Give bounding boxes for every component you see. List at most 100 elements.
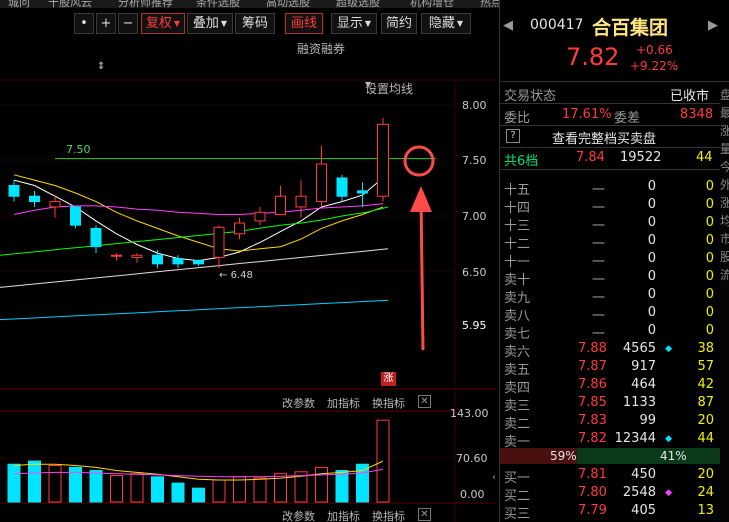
level-label: 十五: [504, 183, 531, 198]
ratio-left: 59%: [550, 449, 577, 463]
switch-indicator-button-2[interactable]: 换指标: [372, 508, 405, 522]
ma-line-ma120: [0, 299, 389, 321]
back-icon[interactable]: ◀: [503, 18, 513, 33]
ask-row[interactable]: 卖二 7.83 99 20: [500, 413, 720, 432]
close-icon[interactable]: ✕: [418, 508, 431, 521]
side-label: 今: [720, 160, 729, 174]
candle-body: [275, 195, 286, 215]
forward-icon[interactable]: ▶: [708, 18, 718, 33]
level-count: 0: [705, 251, 714, 266]
ask-row[interactable]: 卖六 7.88 4565 38 ◆: [500, 341, 720, 360]
level-volume: 0: [647, 215, 656, 230]
divider: [500, 103, 729, 104]
level-price: 7.85: [578, 395, 607, 410]
candle-body: [8, 184, 20, 197]
annotations: [403, 145, 435, 351]
bid-row[interactable]: 买二 7.80 2548 24 ◆: [500, 485, 720, 504]
change-param-button-2[interactable]: 改参数: [282, 508, 315, 522]
candle-body: [213, 226, 225, 258]
level-price: 一: [592, 219, 606, 234]
level-count: 20: [697, 467, 714, 482]
diamond-icon: ◆: [665, 434, 672, 444]
level-volume: 99: [639, 413, 656, 428]
level-price: 一: [592, 309, 606, 324]
ask-row[interactable]: 卖三 7.85 1133 87: [500, 395, 720, 414]
diamond-icon: ◆: [665, 344, 672, 354]
ask-row[interactable]: 卖五 7.87 917 57: [500, 359, 720, 378]
close-icon[interactable]: ✕: [418, 395, 431, 408]
volume-bar: [7, 463, 21, 503]
add-indicator-button-2[interactable]: 加指标: [327, 508, 360, 522]
annotation-arrow: [419, 197, 425, 351]
side-label: 流: [720, 268, 729, 282]
stock-name: 合百集团: [592, 17, 669, 39]
volume-bar: [151, 476, 164, 503]
level-price: 7.79: [578, 503, 607, 518]
switch-indicator-button[interactable]: 换指标: [372, 395, 405, 411]
candle-body: [295, 195, 307, 208]
level-count: 87: [697, 395, 714, 410]
volume-bar: [253, 477, 267, 503]
candle-body: [70, 206, 81, 226]
side-label: 股: [720, 250, 729, 264]
divider: [500, 81, 729, 82]
ask-row[interactable]: 十三 一 0 0: [500, 215, 720, 234]
ask-row[interactable]: 十二 一 0 0: [500, 233, 720, 252]
ask-row[interactable]: 十一 一 0 0: [500, 251, 720, 270]
candle-body: [131, 254, 143, 258]
full-book-link[interactable]: 查看完整档买卖盘: [552, 128, 656, 147]
ratio-right: 41%: [660, 449, 687, 463]
level-price: 一: [592, 327, 606, 342]
level-price: 一: [592, 237, 606, 252]
price-tick-1: 7.50: [462, 154, 487, 167]
ask-row[interactable]: 卖七 一 0 0: [500, 323, 720, 342]
volume-bar: [89, 470, 103, 503]
low-marker-value: 6.48: [230, 270, 253, 281]
candle-body: [152, 254, 163, 265]
current-price: 7.82: [566, 43, 620, 71]
divider: [500, 147, 729, 148]
add-indicator-button[interactable]: 加指标: [327, 395, 360, 411]
level-count: 0: [705, 269, 714, 284]
ask-row[interactable]: 十四 一 0 0: [500, 197, 720, 216]
ask-row[interactable]: 十五 一 0 0: [500, 179, 720, 198]
side-scroll-column[interactable]: 盘最涨量今外涨均市股流: [720, 82, 729, 522]
kline-chart[interactable]: ⇕: [0, 0, 497, 522]
diamond-icon: ◆: [665, 488, 672, 498]
level-label: 卖四: [504, 381, 531, 396]
bid-row[interactable]: 买一 7.81 450 20: [500, 467, 720, 486]
candle-body: [49, 201, 61, 208]
level-label: 买一: [504, 471, 531, 486]
price-change-pct: +9.22%: [630, 59, 679, 73]
vol-tick-2: 0.00: [460, 488, 485, 501]
ma-line-ma60: [0, 248, 389, 288]
level-price: 一: [592, 291, 606, 306]
bid-row[interactable]: 买三 7.79 405 13: [500, 503, 720, 522]
level-count: 0: [705, 197, 714, 212]
volume-bars: [7, 419, 390, 503]
level-price: 一: [592, 201, 606, 216]
candlesticks: [8, 117, 389, 269]
level-price: 7.80: [578, 485, 607, 500]
help-icon[interactable]: ?: [506, 129, 520, 143]
panel-collapse-icon[interactable]: ‹: [492, 472, 496, 483]
price-change: +0.66: [636, 43, 673, 57]
candle-body: [29, 195, 40, 203]
ask-row[interactable]: 卖四 7.86 464 42: [500, 377, 720, 396]
ask-row[interactable]: 卖九 一 0 0: [500, 287, 720, 306]
level-label: 卖九: [504, 291, 531, 306]
level-count: 13: [697, 503, 714, 518]
level-label: 买三: [504, 507, 531, 522]
ask-row[interactable]: 卖十 一 0 0: [500, 269, 720, 288]
level-label: 卖十: [504, 273, 531, 288]
annotation-arrow-head: [410, 186, 432, 212]
volume-bar: [356, 463, 369, 503]
ask-row[interactable]: 卖一 7.82 12344 44 ◆: [500, 431, 720, 450]
low-marker: ← 6.48: [219, 270, 253, 281]
level-label: 卖三: [504, 399, 531, 414]
volume-bar: [130, 473, 144, 503]
ask-row[interactable]: 卖八 一 0 0: [500, 305, 720, 324]
change-param-button[interactable]: 改参数: [282, 395, 315, 411]
crosshair-handle-icon[interactable]: ⇕: [97, 61, 105, 72]
price-tick-2: 7.00: [462, 210, 487, 223]
